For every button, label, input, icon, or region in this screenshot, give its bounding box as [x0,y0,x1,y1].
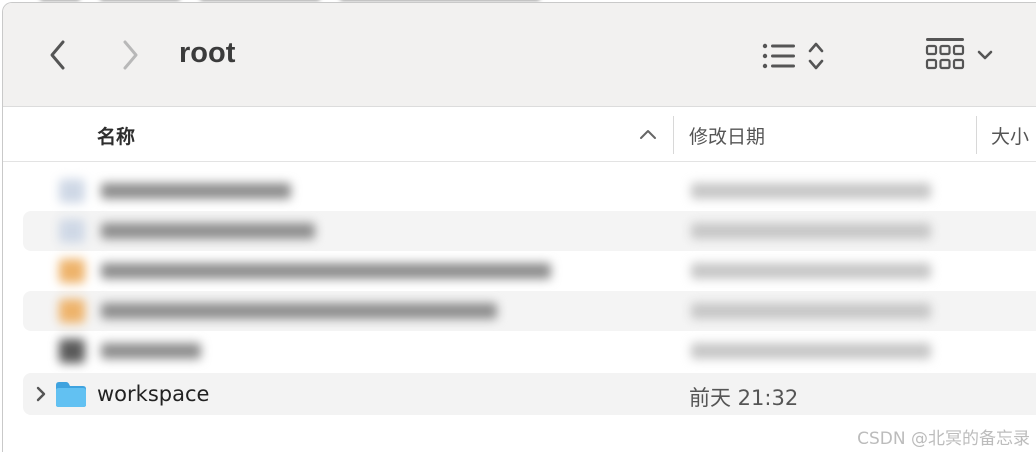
file-modified: 前天 21:32 [689,386,799,410]
redacted-file-rows [41,171,946,371]
group-by-button[interactable] [925,35,1005,75]
chevron-right-icon [123,40,138,70]
window-title: root [179,37,236,69]
icon-grid-icon [925,38,965,70]
column-size-header[interactable]: 大小 [991,122,1029,149]
sort-ascending-icon[interactable] [639,128,657,140]
folder-icon [56,382,86,407]
view-options-button[interactable] [761,37,837,75]
column-header: 名称 修改日期 大小 [3,108,1036,162]
disclosure-triangle-icon[interactable] [35,384,47,404]
toolbar: root [3,3,1036,107]
list-view-icon [762,43,795,69]
back-button[interactable] [43,33,73,77]
chevron-down-icon [977,50,993,60]
column-modified-header[interactable]: 修改日期 [689,122,765,149]
forward-button[interactable] [115,33,145,77]
finder-screenshot: root 名称 修改日期 大小 workspace 前天 21:32 CSDN … [0,0,1036,454]
file-name: workspace [97,382,210,406]
column-divider[interactable] [976,116,977,154]
list-item-workspace[interactable]: workspace 前天 21:32 [23,373,1036,415]
finder-window: root 名称 修改日期 大小 workspace 前天 21:32 [2,2,1036,452]
watermark: CSDN @北冥的备忘录 [857,429,1030,449]
up-down-chevron-icon [808,42,824,70]
chevron-left-icon [50,40,65,70]
column-divider[interactable] [673,116,674,154]
column-name-header[interactable]: 名称 [97,122,135,149]
